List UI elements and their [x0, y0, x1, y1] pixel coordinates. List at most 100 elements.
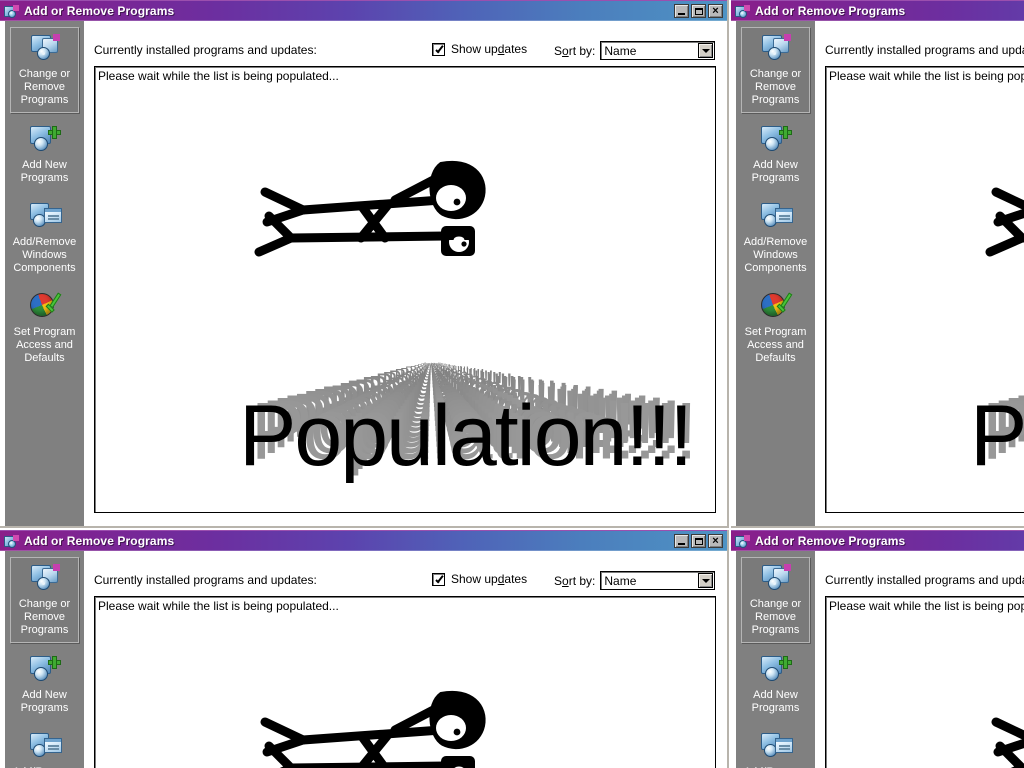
hand-drawn-stick-figure: [976, 152, 1024, 272]
window-title: Add or Remove Programs: [755, 534, 906, 548]
installed-programs-listbox[interactable]: Please wait while the list is being popu…: [94, 596, 716, 768]
folder-plus-icon: [759, 123, 793, 155]
checkbox-box[interactable]: [432, 42, 445, 56]
sort-by-text-b: rt by:: [568, 43, 596, 58]
population-3d-recursive-text: Population!!!!Population!!!!Population!!…: [235, 347, 695, 492]
sidebar-label-line2: Programs: [751, 172, 800, 184]
sidebar-label-line1: Change or: [18, 68, 71, 80]
window-controls: ×: [674, 4, 723, 18]
add-remove-programs-icon: [3, 534, 19, 549]
sidebar-label-line2: Programs: [20, 702, 69, 714]
sort-by-dropdown[interactable]: Name: [600, 571, 716, 590]
sort-by-value: Name: [604, 43, 637, 58]
sidebar-label-line1: Add New: [22, 159, 67, 171]
chevron-down-icon[interactable]: [698, 573, 714, 588]
window-title: Add or Remove Programs: [755, 4, 906, 18]
installed-programs-label: Currently installed programs and updates…: [825, 573, 1024, 587]
close-icon: ×: [712, 4, 719, 17]
window-titlebar[interactable]: Add or Remove Programs ×: [0, 0, 727, 21]
sidebar-item-add-remove-windows-components[interactable]: Add/Remove Windows Components: [741, 196, 810, 280]
content-pane: Currently installed programs and updates…: [84, 551, 727, 768]
sidebar-label: Add New Programs: [741, 689, 810, 715]
population-foreground-text: Population!!!!: [970, 388, 1024, 484]
hand-drawn-stick-figure: [976, 682, 1024, 768]
minimize-button[interactable]: [674, 534, 689, 548]
window-controls: ×: [674, 534, 723, 548]
add-remove-programs-window: Add or Remove Programs × Change or: [731, 0, 1024, 528]
sidebar-label-line1: Add/Remove: [743, 236, 808, 248]
pane-header: Currently installed programs and updates…: [825, 571, 1024, 593]
sidebar-label-line2: Windows: [753, 249, 798, 261]
chevron-down-icon[interactable]: [698, 43, 714, 58]
pane-header: Currently installed programs and updates…: [94, 41, 717, 63]
sidebar-item-add-new-programs[interactable]: Add New Programs: [741, 649, 810, 720]
figure-eye: [453, 198, 461, 206]
sort-by-dropdown[interactable]: Name: [600, 41, 716, 60]
window-tile-bottom-left: Add or Remove Programs × Change or Remov…: [0, 530, 731, 768]
folder-disc-icon: [759, 562, 793, 594]
close-button[interactable]: ×: [708, 534, 723, 548]
window-body: Change or Remove Programs Add New Progra…: [0, 21, 727, 526]
sort-by-text-b: rt by:: [568, 573, 596, 588]
sidebar-label-line1: Change or: [749, 68, 802, 80]
checkmark-icon: [435, 575, 444, 584]
installed-programs-listbox[interactable]: Please wait while the list is being popu…: [94, 66, 716, 513]
sidebar-item-change-or-remove-programs[interactable]: Change or Remove Programs: [741, 557, 810, 643]
window-tile-top-left: Add or Remove Programs × Change or Remov…: [0, 0, 731, 530]
sidebar-item-add-new-programs[interactable]: Add New Programs: [10, 119, 79, 190]
checkbox-box[interactable]: [432, 572, 445, 586]
sidebar-item-change-or-remove-programs[interactable]: Change or Remove Programs: [741, 27, 810, 113]
sidebar-item-set-program-access-and-defaults[interactable]: Set Program Access and Defaults: [10, 286, 79, 370]
sidebar-label-line2: Windows: [22, 249, 67, 261]
pie-check-icon: [759, 290, 793, 322]
window-titlebar[interactable]: Add or Remove Programs ×: [731, 530, 1024, 551]
windows-components-icon: [759, 730, 793, 762]
content-pane: Currently installed programs and updates…: [815, 21, 1024, 526]
window-titlebar[interactable]: Add or Remove Programs ×: [0, 530, 727, 551]
window-titlebar[interactable]: Add or Remove Programs ×: [731, 0, 1024, 21]
folder-disc-icon: [28, 562, 62, 594]
populating-message: Please wait while the list is being popu…: [829, 599, 1024, 613]
windows-components-icon: [28, 730, 62, 762]
show-updates-checkbox[interactable]: Show updates: [432, 572, 527, 586]
sidebar-item-change-or-remove-programs[interactable]: Change or Remove Programs: [10, 27, 79, 113]
figure-eye: [453, 728, 461, 736]
folder-disc-icon: [759, 32, 793, 64]
figure-face: [436, 715, 466, 741]
sort-by-accel: o: [562, 43, 569, 58]
installed-programs-label: Currently installed programs and updates…: [94, 573, 317, 587]
sort-by-label: Sort by:: [554, 574, 595, 588]
sidebar: Change or Remove Programs Add New Progra…: [5, 551, 84, 768]
add-remove-programs-window: Add or Remove Programs × Change or: [0, 0, 729, 528]
sidebar-label-line3: Components: [744, 262, 807, 274]
window-tile-bottom-right: Add or Remove Programs × Change or: [731, 530, 1024, 768]
show-updates-checkbox[interactable]: Show updates: [432, 42, 527, 56]
sidebar-item-add-new-programs[interactable]: Add New Programs: [741, 119, 810, 190]
sort-by-control[interactable]: Sort by: Name: [554, 571, 716, 590]
sidebar-item-change-or-remove-programs[interactable]: Change or Remove Programs: [10, 557, 79, 643]
sort-by-control[interactable]: Sort by: Name: [554, 41, 716, 60]
sidebar: Change or Remove Programs Add New Progra…: [5, 21, 84, 526]
sort-by-accel: o: [562, 573, 569, 588]
sort-by-value: Name: [604, 573, 637, 588]
sidebar-item-add-remove-windows-components[interactable]: Add/Remove Windows Components: [10, 196, 79, 280]
sidebar-label-line3: Programs: [20, 94, 69, 106]
installed-programs-listbox[interactable]: Please wait while the list is being popu…: [825, 596, 1024, 768]
sidebar-label: Add New Programs: [741, 159, 810, 185]
sidebar-item-add-remove-windows-components[interactable]: Add/Remove Windows Components: [741, 726, 810, 768]
pane-header: Currently installed programs and updates…: [825, 41, 1024, 63]
sidebar-label-line1: Set Program: [13, 326, 76, 338]
minimize-button[interactable]: [674, 4, 689, 18]
sidebar-label-line1: Change or: [18, 598, 71, 610]
maximize-button[interactable]: [691, 4, 706, 18]
close-button[interactable]: ×: [708, 4, 723, 18]
sidebar: Change or Remove Programs Add New Progra…: [736, 21, 815, 526]
sidebar-label-line1: Set Program: [744, 326, 807, 338]
sidebar-item-add-remove-windows-components[interactable]: Add/Remove Windows Components: [10, 726, 79, 768]
sidebar-item-set-program-access-and-defaults[interactable]: Set Program Access and Defaults: [741, 286, 810, 370]
sidebar-label-line2: Remove: [24, 611, 65, 623]
sidebar-label-line1: Add New: [753, 159, 798, 171]
installed-programs-listbox[interactable]: Please wait while the list is being popu…: [825, 66, 1024, 513]
maximize-button[interactable]: [691, 534, 706, 548]
sidebar-item-add-new-programs[interactable]: Add New Programs: [10, 649, 79, 720]
